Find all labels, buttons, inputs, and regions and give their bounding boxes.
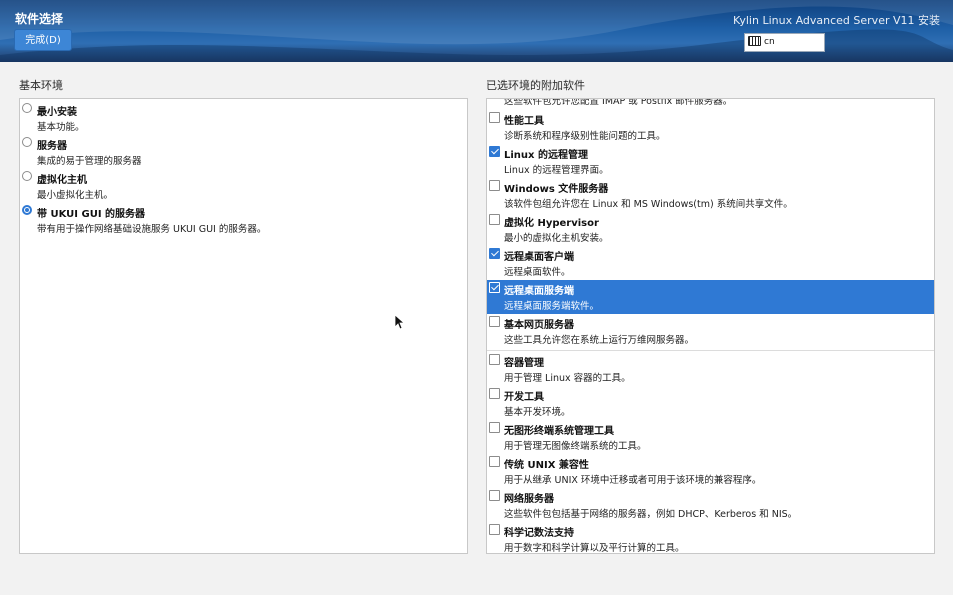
checkbox[interactable] — [489, 524, 500, 535]
addon-item-legacy-unix[interactable]: 传统 UNIX 兼容性 用于从继承 UNIX 环境中迁移或者可用于该环境的兼容程… — [487, 454, 934, 488]
addon-name: 科学记数法支持 — [504, 528, 574, 539]
checkbox[interactable] — [489, 180, 500, 191]
done-button[interactable]: 完成(D) — [14, 29, 72, 51]
addon-name: 容器管理 — [504, 358, 544, 369]
env-desc: 基本功能。 — [37, 122, 85, 133]
radio-button[interactable] — [22, 103, 32, 113]
env-item-minimal[interactable]: 最小安装 基本功能。 — [20, 101, 467, 135]
addons-label: 已选环境的附加软件 — [486, 79, 585, 92]
checkbox-checked[interactable] — [489, 248, 500, 259]
keyboard-layout-indicator[interactable]: cn — [744, 33, 825, 52]
checkbox[interactable] — [489, 112, 500, 123]
header-wave-decoration — [0, 0, 953, 62]
addon-desc: 该软件包组允许您在 Linux 和 MS Windows(tm) 系统间共享文件… — [504, 199, 793, 210]
addon-desc: 基本开发环境。 — [504, 407, 571, 418]
addon-item-performance-tools[interactable]: 性能工具 诊断系统和程序级别性能问题的工具。 — [487, 110, 934, 144]
env-item-virtualization-host[interactable]: 虚拟化主机 最小虚拟化主机。 — [20, 169, 467, 203]
addon-desc-cutoff: 这些软件包允许您配置 IMAP 或 Postfix 邮件服务器。 — [504, 98, 733, 107]
addon-desc: 用于从继承 UNIX 环境中迁移或者可用于该环境的兼容程序。 — [504, 475, 762, 486]
page-title: 软件选择 — [15, 12, 64, 26]
addon-desc: 远程桌面服务端软件。 — [504, 301, 600, 312]
addon-name: Linux 的远程管理 — [504, 150, 588, 161]
checkbox[interactable] — [489, 354, 500, 365]
addon-item-remote-desktop-client[interactable]: 远程桌面客户端 远程桌面软件。 — [487, 246, 934, 280]
header-banner: 软件选择 完成(D) Kylin Linux Advanced Server V… — [0, 0, 953, 62]
keyboard-layout-label: cn — [764, 37, 775, 47]
env-item-ukui-gui-server[interactable]: 带 UKUI GUI 的服务器 带有用于操作网络基础设施服务 UKUI GUI … — [20, 203, 467, 237]
addon-item-remote-management[interactable]: Linux 的远程管理 Linux 的远程管理界面。 — [487, 144, 934, 178]
env-desc: 带有用于操作网络基础设施服务 UKUI GUI 的服务器。 — [37, 224, 267, 235]
env-name: 虚拟化主机 — [37, 175, 87, 186]
addon-name: 性能工具 — [504, 116, 544, 127]
checkbox[interactable] — [489, 490, 500, 501]
checkbox[interactable] — [489, 388, 500, 399]
checkbox-checked[interactable] — [489, 282, 500, 293]
env-item-server[interactable]: 服务器 集成的易于管理的服务器 — [20, 135, 467, 169]
radio-button[interactable] — [22, 171, 32, 181]
checkbox[interactable] — [489, 422, 500, 433]
env-name: 最小安装 — [37, 107, 77, 118]
addon-desc: 最小的虚拟化主机安装。 — [504, 233, 609, 244]
addon-item-remote-desktop-server[interactable]: 远程桌面服务端 远程桌面服务端软件。 — [487, 280, 934, 314]
addon-desc: 诊断系统和程序级别性能问题的工具。 — [504, 131, 666, 142]
env-name: 服务器 — [37, 141, 67, 152]
addon-desc: 这些软件包包括基于网络的服务器，例如 DHCP、Kerberos 和 NIS。 — [504, 509, 798, 520]
addon-item-hypervisor[interactable]: 虚拟化 Hypervisor 最小的虚拟化主机安装。 — [487, 212, 934, 246]
addon-name: 远程桌面服务端 — [504, 286, 574, 297]
addon-name: 虚拟化 Hypervisor — [504, 218, 599, 229]
addon-item-network-servers[interactable]: 网络服务器 这些软件包包括基于网络的服务器，例如 DHCP、Kerberos 和… — [487, 488, 934, 522]
addon-item-scientific-support[interactable]: 科学记数法支持 用于数字和科学计算以及平行计算的工具。 — [487, 522, 934, 554]
separator — [487, 350, 934, 351]
env-name: 带 UKUI GUI 的服务器 — [37, 209, 146, 220]
addon-desc: Linux 的远程管理界面。 — [504, 165, 609, 176]
addon-item-container-management[interactable]: 容器管理 用于管理 Linux 容器的工具。 — [487, 352, 934, 386]
base-env-label: 基本环境 — [19, 79, 63, 92]
checkbox[interactable] — [489, 214, 500, 225]
addon-name: 传统 UNIX 兼容性 — [504, 460, 589, 471]
addon-item-windows-file-server[interactable]: Windows 文件服务器 该软件包组允许您在 Linux 和 MS Windo… — [487, 178, 934, 212]
addon-name: Windows 文件服务器 — [504, 184, 609, 195]
checkbox[interactable] — [489, 316, 500, 327]
addon-item-development-tools[interactable]: 开发工具 基本开发环境。 — [487, 386, 934, 420]
mouse-pointer-icon — [394, 314, 404, 330]
addon-name: 无图形终端系统管理工具 — [504, 426, 614, 437]
env-desc: 最小虚拟化主机。 — [37, 190, 114, 201]
addon-desc: 用于管理 Linux 容器的工具。 — [504, 373, 631, 384]
addons-list[interactable]: 这些软件包允许您配置 IMAP 或 Postfix 邮件服务器。 性能工具 诊断… — [486, 98, 935, 554]
radio-button-selected[interactable] — [22, 205, 32, 215]
addon-desc: 用于管理无图像终端系统的工具。 — [504, 441, 647, 452]
addon-item-basic-web-server[interactable]: 基本网页服务器 这些工具允许您在系统上运行万维网服务器。 — [487, 314, 934, 348]
keyboard-icon — [748, 35, 761, 46]
addon-item-headless-management[interactable]: 无图形终端系统管理工具 用于管理无图像终端系统的工具。 — [487, 420, 934, 454]
addon-desc: 远程桌面软件。 — [504, 267, 571, 278]
addon-name: 网络服务器 — [504, 494, 554, 505]
checkbox[interactable] — [489, 456, 500, 467]
product-title: Kylin Linux Advanced Server V11 安装 — [732, 14, 940, 27]
addon-name: 开发工具 — [504, 392, 544, 403]
checkbox-checked[interactable] — [489, 146, 500, 157]
addon-desc: 这些工具允许您在系统上运行万维网服务器。 — [504, 335, 695, 346]
addon-desc: 用于数字和科学计算以及平行计算的工具。 — [504, 543, 685, 554]
addon-name: 基本网页服务器 — [504, 320, 574, 331]
addon-name: 远程桌面客户端 — [504, 252, 574, 263]
env-desc: 集成的易于管理的服务器 — [37, 156, 142, 167]
radio-button[interactable] — [22, 137, 32, 147]
